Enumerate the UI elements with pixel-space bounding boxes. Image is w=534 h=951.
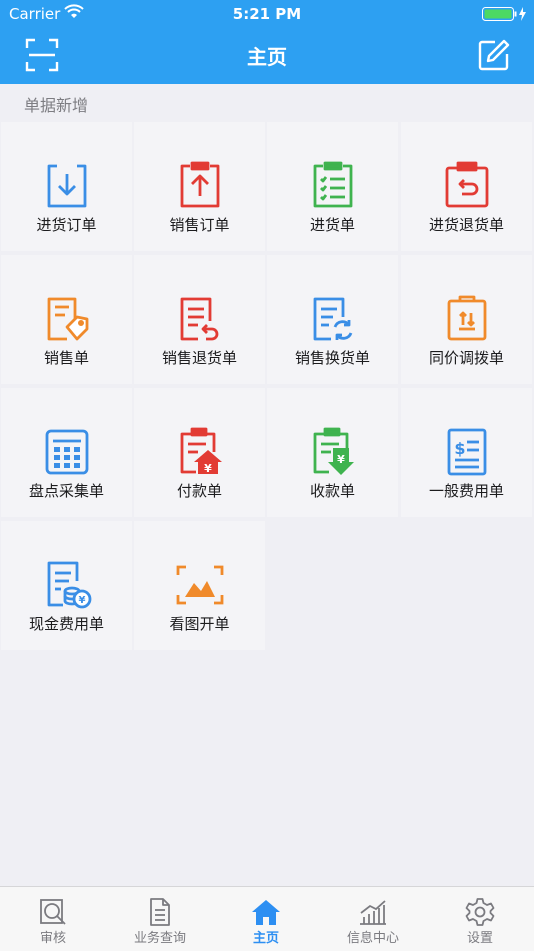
grid-item-inventory-count[interactable]: 盘点采集单 [1, 388, 132, 517]
gear-icon [465, 898, 495, 926]
tab-home[interactable]: 主页 [213, 887, 319, 951]
purchase-receipt-icon [313, 161, 353, 208]
grid-item-sales-exchange[interactable]: 销售换货单 [267, 255, 398, 384]
grid-item-label: 销售退货单 [161, 349, 237, 367]
tab-label: 主页 [252, 931, 279, 946]
sales-exchange-icon [313, 297, 353, 341]
section-title: 单据新增 [24, 96, 89, 115]
audit-icon [40, 899, 66, 925]
battery-icon [482, 7, 526, 21]
sales-order-icon [180, 161, 220, 208]
grid-item-label: 进货订单 [36, 216, 97, 234]
grid-item-label: 销售单 [43, 349, 89, 367]
grid-item-general-expense[interactable]: $ 一般费用单 [401, 388, 532, 517]
tab-label: 审核 [39, 931, 66, 946]
svg-text:¥: ¥ [337, 453, 345, 466]
grid-item-purchase-order[interactable]: 进货订单 [1, 122, 132, 251]
tab-label: 业务查询 [133, 931, 186, 946]
clock: 5:21 PM [232, 5, 302, 23]
receipt-icon: ¥ [313, 427, 354, 475]
tab-label: 设置 [466, 931, 493, 946]
grid-item-label: 收款单 [309, 482, 355, 500]
grid-item-label: 盘点采集单 [28, 482, 104, 500]
svg-text:¥: ¥ [204, 462, 212, 475]
cash-expense-icon: ¥ [47, 561, 92, 609]
sales-invoice-icon [47, 297, 89, 341]
tab-audit[interactable]: 审核 [0, 887, 106, 951]
page-title: 主页 [247, 45, 287, 69]
tab-settings[interactable]: 设置 [427, 887, 533, 951]
svg-text:¥: ¥ [79, 595, 86, 606]
grid-item-receipt[interactable]: ¥ 收款单 [267, 388, 398, 517]
svg-text:$: $ [454, 439, 465, 458]
purchase-order-icon [47, 164, 87, 208]
grid-item-transfer[interactable]: 同价调拨单 [401, 255, 532, 384]
tab-business-query[interactable]: 业务查询 [107, 887, 213, 951]
payment-icon: ¥ [180, 427, 222, 475]
home-icon [252, 900, 280, 925]
grid-item-label: 进货退货单 [428, 216, 504, 234]
grid-item-label: 销售换货单 [294, 349, 370, 367]
general-expense-icon: $ [447, 428, 487, 476]
edit-icon[interactable] [477, 38, 511, 72]
grid-item-payment[interactable]: ¥ 付款单 [134, 388, 265, 517]
inventory-count-icon [45, 429, 89, 475]
document-icon [150, 898, 170, 926]
tab-label: 信息中心 [346, 931, 399, 946]
grid-item-cash-expense[interactable]: ¥ 现金费用单 [1, 521, 132, 650]
sales-return-icon [180, 297, 219, 341]
transfer-icon [447, 295, 487, 341]
grid-item-sales-order[interactable]: 销售订单 [134, 122, 265, 251]
purchase-return-icon [445, 161, 489, 208]
grid-item-label: 一般费用单 [428, 482, 504, 500]
status-bar: Carrier 5:21 PM [0, 0, 534, 28]
grid-item-image-order[interactable]: 看图开单 [134, 521, 265, 650]
grid-item-sales-return[interactable]: 销售退货单 [134, 255, 265, 384]
grid-item-label: 进货单 [309, 216, 355, 234]
navigation-bar: 主页 [0, 28, 534, 84]
grid-item-label: 现金费用单 [28, 615, 104, 633]
grid-item-sales-invoice[interactable]: 销售单 [1, 255, 132, 384]
chart-icon [360, 900, 386, 925]
image-order-icon [176, 565, 224, 605]
grid-item-label: 销售订单 [169, 216, 230, 234]
tab-bar: 审核 业务查询 主页 信息中心 设置 [0, 886, 534, 951]
grid-item-purchase-return[interactable]: 进货退货单 [401, 122, 532, 251]
grid-item-label: 同价调拨单 [428, 349, 504, 367]
grid-item-purchase-receipt[interactable]: 进货单 [267, 122, 398, 251]
tab-info-center[interactable]: 信息中心 [320, 887, 426, 951]
grid-item-label: 付款单 [176, 482, 222, 500]
grid-item-label: 看图开单 [169, 615, 230, 633]
